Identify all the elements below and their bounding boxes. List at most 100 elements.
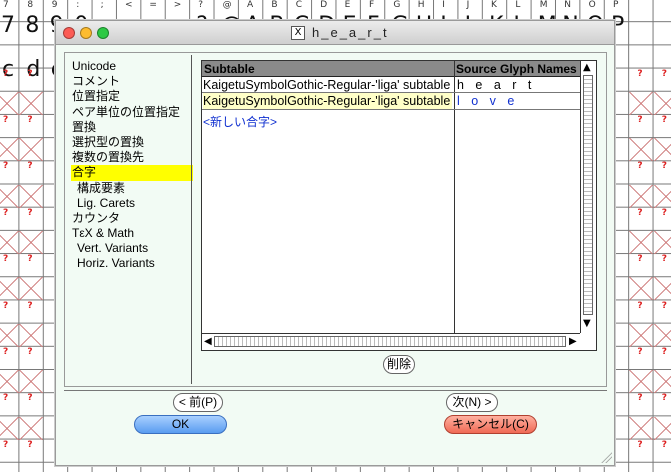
missing-glyph-marker: ? (637, 161, 643, 172)
scroll-down-icon[interactable]: ▼ (583, 319, 591, 329)
missing-glyph-marker: ? (3, 300, 9, 311)
missing-glyph-marker: ? (3, 68, 9, 79)
glyph-header-label: 9 (51, 0, 58, 10)
empty-glyph-cell[interactable] (0, 416, 19, 440)
delete-button[interactable]: 削除 (383, 355, 415, 374)
sidebar-item[interactable]: 置換 (71, 120, 193, 135)
sidebar-item[interactable]: 選択型の置換 (71, 135, 193, 150)
empty-glyph-cell[interactable] (653, 323, 671, 347)
empty-glyph-cell[interactable] (19, 277, 44, 301)
resize-grip-icon[interactable] (600, 451, 612, 463)
empty-glyph-cell[interactable] (0, 277, 19, 301)
horizontal-scrollbar[interactable]: ◀ ▶ (202, 333, 580, 350)
ok-button[interactable]: OK (134, 415, 227, 434)
scroll-right-icon[interactable]: ▶ (569, 337, 577, 347)
empty-glyph-cell[interactable] (0, 184, 19, 208)
sidebar-item[interactable]: コメント (71, 74, 193, 89)
glyph-cell[interactable]: 7 (1, 13, 15, 38)
column-header-source[interactable]: Source Glyph Names (456, 62, 577, 76)
glyph-header-label: D (320, 0, 328, 10)
missing-glyph-marker: ? (661, 439, 668, 450)
empty-glyph-cell[interactable] (653, 231, 671, 254)
empty-glyph-cell[interactable] (629, 416, 654, 440)
row-source-cell: h e a r t (457, 78, 536, 92)
empty-glyph-cell[interactable] (19, 91, 44, 115)
sidebar-item[interactable]: 複数の置換先 (71, 150, 193, 165)
glyph-header-label: G (393, 0, 401, 10)
sidebar-item[interactable]: ペア単位の位置指定 (71, 105, 193, 120)
empty-glyph-cell[interactable] (629, 277, 654, 301)
sidebar-item[interactable]: カウンタ (71, 211, 193, 226)
sidebar-item[interactable]: 位置指定 (71, 89, 193, 104)
glyph-header-label: F (369, 0, 375, 10)
glyph-header-label: H (417, 0, 425, 10)
empty-glyph-cell[interactable] (19, 416, 44, 440)
glyph-header-label: 8 (27, 0, 34, 10)
row-source-cell: l o v e (457, 94, 519, 108)
next-button[interactable]: 次(N) > (446, 393, 498, 412)
empty-glyph-cell[interactable] (19, 323, 44, 347)
empty-glyph-cell[interactable] (653, 91, 671, 115)
title-bar: X h_e_a_r_t (56, 21, 614, 45)
glyph-cell[interactable]: 8 (25, 13, 39, 38)
sidebar-item[interactable]: Unicode (71, 59, 193, 74)
missing-glyph-marker: ? (3, 393, 9, 404)
empty-glyph-cell[interactable] (629, 138, 654, 162)
empty-glyph-cell[interactable] (629, 91, 654, 115)
missing-glyph-marker: ? (637, 439, 643, 450)
vertical-scroll-thumb[interactable] (583, 75, 593, 315)
minimize-window-button[interactable] (80, 27, 92, 39)
row-subtable-cell: KaigetuSymbolGothic-Regular-'liga' subta… (203, 78, 451, 92)
empty-glyph-cell[interactable] (19, 231, 44, 254)
horizontal-scroll-thumb[interactable] (214, 336, 566, 347)
empty-glyph-cell[interactable] (629, 184, 654, 208)
missing-glyph-marker: ? (3, 115, 9, 125)
empty-glyph-cell[interactable] (19, 138, 44, 162)
empty-glyph-cell[interactable] (19, 370, 44, 394)
empty-glyph-cell[interactable] (629, 323, 654, 347)
empty-glyph-cell[interactable] (19, 184, 44, 208)
table-row[interactable]: KaigetuSymbolGothic-Regular-'liga' subta… (202, 93, 580, 110)
zoom-window-button[interactable] (97, 27, 109, 39)
empty-glyph-cell[interactable] (629, 370, 654, 394)
glyph-header-label: E (344, 0, 351, 10)
missing-glyph-marker: ? (661, 300, 668, 311)
sidebar-item[interactable]: 合字 (71, 165, 193, 181)
scroll-up-icon[interactable]: ▲ (583, 63, 591, 73)
window-title: h_e_a_r_t (312, 25, 389, 40)
cancel-button[interactable]: キャンセル(C) (444, 415, 537, 434)
empty-glyph-cell[interactable] (0, 370, 19, 394)
sidebar-item[interactable]: Horiz. Variants (71, 256, 193, 271)
sidebar-item[interactable]: 構成要素 (71, 181, 193, 196)
empty-glyph-cell[interactable] (653, 277, 671, 301)
empty-glyph-cell[interactable] (653, 138, 671, 162)
x11-icon: X (291, 26, 305, 40)
missing-glyph-marker: ? (661, 115, 668, 125)
sidebar-item[interactable]: TεX & Math (71, 226, 193, 241)
lookup-table: Subtable Source Glyph Names KaigetuSymbo… (201, 60, 597, 351)
vertical-scrollbar[interactable]: ▲ ▼ (580, 61, 596, 333)
new-ligature-row[interactable]: <新しい合字> (203, 113, 277, 130)
close-window-button[interactable] (63, 27, 75, 39)
scroll-left-icon[interactable]: ◀ (204, 337, 212, 347)
table-row[interactable]: KaigetuSymbolGothic-Regular-'liga' subta… (202, 77, 580, 93)
missing-glyph-marker: ? (637, 347, 643, 357)
empty-glyph-cell[interactable] (0, 231, 19, 254)
glyph-header-label: @ (222, 0, 232, 10)
prev-button[interactable]: < 前(P) (173, 393, 223, 412)
column-header-subtable[interactable]: Subtable (204, 62, 255, 76)
sidebar-item[interactable]: Lig. Carets (71, 196, 193, 211)
empty-glyph-cell[interactable] (653, 370, 671, 394)
lookup-dialog: X h_e_a_r_t Unicode コメント 位置指定 ペア単位の位置指定 置換 選択… (55, 20, 615, 466)
missing-glyph-marker: ? (637, 68, 643, 79)
empty-glyph-cell[interactable] (0, 323, 19, 347)
missing-glyph-marker: ? (661, 393, 668, 404)
empty-glyph-cell[interactable] (653, 184, 671, 208)
missing-glyph-marker: ? (27, 439, 33, 450)
empty-glyph-cell[interactable] (653, 416, 671, 440)
empty-glyph-cell[interactable] (0, 91, 19, 115)
empty-glyph-cell[interactable] (0, 138, 19, 162)
missing-glyph-marker: ? (27, 161, 33, 172)
empty-glyph-cell[interactable] (629, 231, 654, 254)
sidebar-item[interactable]: Vert. Variants (71, 241, 193, 256)
